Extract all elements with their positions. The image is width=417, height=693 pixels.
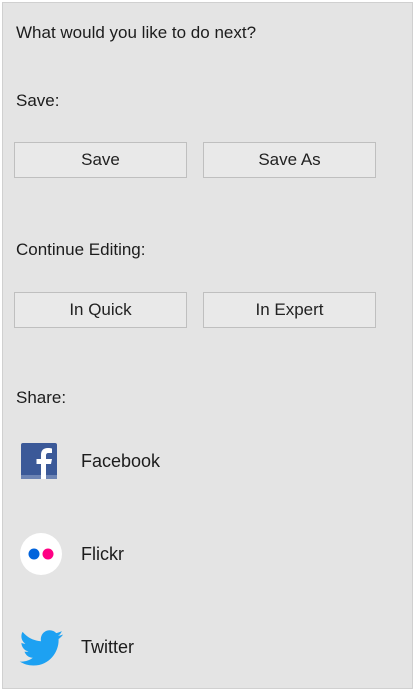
save-as-button[interactable]: Save As — [203, 142, 376, 178]
twitter-icon — [19, 624, 65, 670]
share-facebook[interactable]: Facebook — [19, 438, 259, 484]
next-steps-panel: What would you like to do next? Save: Sa… — [2, 2, 413, 689]
in-expert-button[interactable]: In Expert — [203, 292, 376, 328]
facebook-label: Facebook — [81, 451, 161, 471]
save-heading: Save: — [16, 91, 60, 110]
share-twitter[interactable]: Twitter — [19, 624, 259, 670]
prompt-heading: What would you like to do next? — [16, 23, 257, 42]
save-button[interactable]: Save — [14, 142, 187, 178]
flickr-icon — [19, 531, 65, 577]
share-flickr[interactable]: Flickr — [19, 531, 259, 577]
twitter-label: Twitter — [81, 637, 135, 657]
continue-editing-heading: Continue Editing: — [16, 240, 146, 259]
flickr-label: Flickr — [81, 544, 124, 564]
share-heading: Share: — [16, 388, 67, 407]
facebook-icon — [19, 438, 65, 484]
in-quick-button[interactable]: In Quick — [14, 292, 187, 328]
